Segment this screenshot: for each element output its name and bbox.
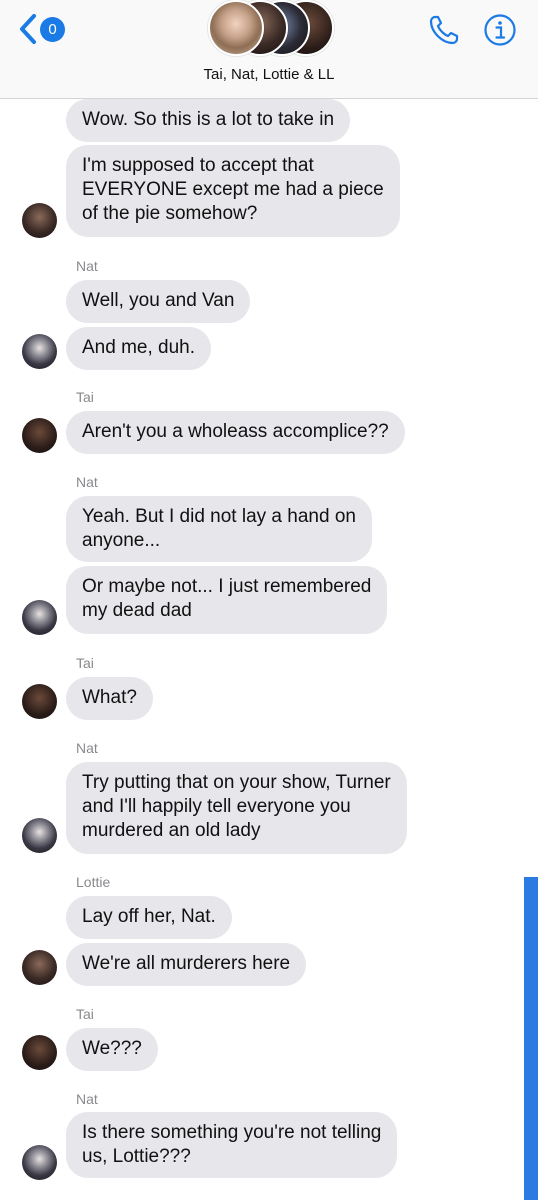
sender-name: Nat (76, 740, 98, 756)
message-bubble[interactable]: Or maybe not... I just remembered my dea… (66, 566, 388, 634)
message-bubble[interactable]: Yeah. But I did not lay a hand on anyone… (66, 496, 372, 562)
sender-name: Nat (76, 258, 98, 274)
message-bubble[interactable]: Wow. So this is a lot to take in (66, 99, 351, 142)
phone-icon (429, 15, 459, 45)
scrollbar[interactable] (524, 877, 538, 1200)
message-bubble[interactable]: Try putting that on your show, Turner an… (66, 762, 407, 854)
sender-name: Tai (76, 1006, 94, 1022)
message-bubble[interactable]: I'm supposed to accept that EVERYONE exc… (66, 145, 400, 237)
sender-avatar[interactable] (22, 950, 57, 985)
chevron-left-icon (20, 14, 36, 44)
sender-avatar[interactable] (22, 1145, 57, 1180)
message-bubble[interactable]: We??? (66, 1028, 158, 1071)
sender-avatar[interactable] (22, 418, 57, 453)
sender-name: Tai (76, 655, 94, 671)
conversation-header: 0 Tai, Nat, Lottie & LL (0, 0, 538, 99)
unread-count-badge: 0 (40, 16, 65, 42)
sender-avatar[interactable] (22, 684, 57, 719)
avatar (208, 0, 264, 56)
message-bubble[interactable]: What? (66, 677, 153, 720)
message-bubble[interactable]: Lay off her, Nat. (66, 896, 232, 939)
info-button[interactable] (483, 13, 517, 47)
sender-avatar[interactable] (22, 203, 57, 238)
message-bubble[interactable]: Well, you and Van (66, 280, 251, 323)
sender-avatar[interactable] (22, 818, 57, 853)
sender-avatar[interactable] (22, 334, 57, 369)
sender-avatar[interactable] (22, 1035, 57, 1070)
info-icon (484, 14, 516, 46)
sender-name: Lottie (76, 874, 111, 890)
sender-name: Nat (76, 474, 98, 490)
sender-name: Nat (76, 1091, 98, 1107)
sender-avatar[interactable] (22, 600, 57, 635)
message-bubble[interactable]: We're all murderers here (66, 943, 307, 986)
message-bubble[interactable]: Aren't you a wholeass accomplice?? (66, 411, 405, 454)
call-button[interactable] (426, 12, 462, 48)
sender-name: Tai (76, 389, 94, 405)
back-button[interactable]: 0 (18, 12, 65, 46)
message-bubble[interactable]: And me, duh. (66, 327, 212, 370)
conversation-title: Tai, Nat, Lottie & LL (203, 66, 335, 83)
message-bubble[interactable]: Is there something you're not telling us… (66, 1112, 398, 1178)
group-avatar-stack[interactable] (208, 0, 334, 56)
